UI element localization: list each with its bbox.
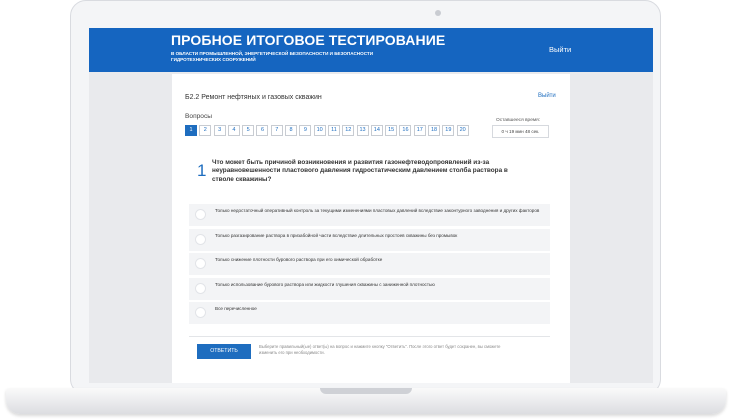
question-nav-button[interactable]: 9 — [299, 125, 312, 136]
ticket-title: Б2.2 Ремонт нефтяных и газовых скважин — [185, 94, 322, 101]
question-nav-button[interactable]: 11 — [327, 125, 340, 136]
timer-label: Оставшееся время: — [496, 118, 541, 123]
page-subtitle-line2: ГИДРОТЕХНИЧЕСКИХ СООРУЖЕНИЙ — [171, 57, 256, 62]
page-title: ПРОБНОЕ ИТОГОВОЕ ТЕСТИРОВАНИЕ — [171, 32, 446, 48]
answer-list: Только недостаточный оперативный контрол… — [189, 204, 550, 327]
page-subtitle: В ОБЛАСТИ ПРОМЫШЛЕННОЙ, ЭНЕРГЕТИЧЕСКОЙ Б… — [171, 51, 391, 63]
radio-button[interactable] — [195, 258, 206, 269]
question-nav-button[interactable]: 14 — [370, 125, 383, 136]
question-nav-button[interactable]: 15 — [385, 125, 398, 136]
test-card: Б2.2 Ремонт нефтяных и газовых скважин В… — [172, 74, 570, 383]
question-nav-button[interactable]: 18 — [428, 125, 441, 136]
timer-value: 0 ч 19 мин 48 сек. — [492, 125, 549, 138]
answer-option[interactable]: Только разгазирование раствора в призабо… — [189, 228, 550, 251]
questions-label: Вопросы — [185, 113, 213, 120]
question-nav-button[interactable]: 16 — [399, 125, 412, 136]
answer-text: Только недостаточный оперативный контрол… — [215, 208, 540, 213]
question-number: 1 — [197, 161, 207, 180]
radio-button[interactable] — [195, 282, 206, 294]
question-nav-button[interactable]: 5 — [242, 125, 255, 136]
submit-answer-button[interactable]: ОТВЕТИТЬ — [197, 344, 251, 359]
question-nav-button[interactable]: 3 — [213, 125, 226, 136]
question-nav-button[interactable]: 12 — [342, 125, 355, 136]
question-nav-button[interactable]: 17 — [413, 125, 426, 136]
header-logout-link[interactable]: Выйти — [549, 45, 571, 54]
question-text: Что может быть причиной возникновения и … — [212, 159, 508, 183]
question-nav-button[interactable]: 19 — [442, 125, 455, 136]
answer-option[interactable]: Только снижение плотности бурового раств… — [189, 253, 550, 275]
question-nav-button[interactable]: 4 — [227, 125, 240, 136]
answer-option[interactable]: Только использование бурового раствора и… — [189, 277, 550, 300]
laptop-notch — [320, 388, 412, 394]
question-nav-button[interactable]: 6 — [256, 125, 269, 136]
card-logout-link[interactable]: Выйти — [538, 93, 556, 99]
question-navigator: 1 2 3 4 5 6 7 8 9 10 11 12 13 14 15 16 17 18 19 20 — [185, 125, 471, 136]
question-nav-button[interactable]: 7 — [270, 125, 283, 136]
radio-button[interactable] — [195, 307, 206, 318]
answer-option[interactable]: Только недостаточный оперативный контрол… — [189, 204, 550, 226]
camera-dot — [435, 10, 441, 16]
question-nav-button[interactable]: 13 — [356, 125, 369, 136]
answer-option[interactable]: Все перечисленное — [189, 302, 550, 324]
question-nav-button[interactable]: 8 — [285, 125, 298, 136]
answer-text: Только разгазирование раствора в призабо… — [215, 232, 458, 238]
header-bar: ПРОБНОЕ ИТОГОВОЕ ТЕСТИРОВАНИЕ В ОБЛАСТИ … — [89, 28, 653, 72]
question-nav-button[interactable]: 1 — [185, 125, 197, 136]
radio-button[interactable] — [195, 233, 206, 245]
radio-button[interactable] — [195, 209, 206, 220]
submit-hint: Выберите правильный(ые) ответ(ы) на вопр… — [259, 344, 501, 356]
divider — [189, 336, 550, 337]
question-nav-button[interactable]: 2 — [199, 125, 212, 136]
answer-text: Только снижение плотности бурового раств… — [215, 257, 383, 262]
answer-text: Только использование бурового раствора и… — [215, 281, 435, 287]
screen: ПРОБНОЕ ИТОГОВОЕ ТЕСТИРОВАНИЕ В ОБЛАСТИ … — [89, 28, 653, 383]
question-nav-button[interactable]: 20 — [456, 125, 469, 136]
answer-text: Все перечисленное — [215, 306, 257, 311]
question-nav-button[interactable]: 10 — [313, 125, 326, 136]
